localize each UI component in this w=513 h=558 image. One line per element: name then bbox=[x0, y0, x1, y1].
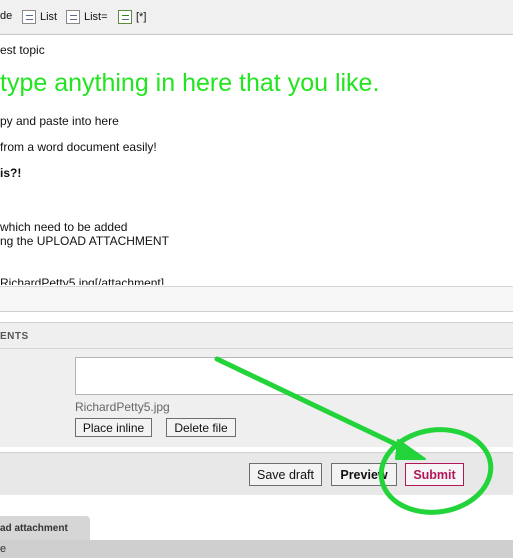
ordered-list-label: List= bbox=[84, 11, 108, 23]
list-label: List bbox=[40, 11, 58, 23]
code-label: de bbox=[0, 10, 13, 22]
submit-button[interactable]: Submit bbox=[405, 463, 464, 486]
message-editor[interactable]: est topic type anything in here that you… bbox=[0, 35, 513, 285]
place-inline-button[interactable]: Place inline bbox=[75, 418, 152, 437]
list-item-icon bbox=[118, 10, 132, 24]
list-button[interactable]: List bbox=[22, 10, 57, 24]
code-button[interactable]: de bbox=[0, 10, 12, 22]
editor-line-1: est topic bbox=[0, 43, 45, 57]
delete-file-button[interactable]: Delete file bbox=[166, 418, 236, 437]
list-item-button[interactable]: [*] bbox=[118, 10, 146, 24]
editor-toolbar: de List List= [*] bbox=[0, 0, 513, 35]
attachments-header: ENTS bbox=[0, 331, 29, 342]
save-draft-button[interactable]: Save draft bbox=[249, 463, 322, 486]
ordered-list-icon bbox=[66, 10, 80, 24]
bottom-tab-label[interactable]: e bbox=[0, 543, 6, 555]
bottom-tab-strip: e bbox=[0, 540, 513, 558]
preview-button[interactable]: Preview bbox=[331, 463, 397, 486]
tab-upload-attachment[interactable]: ad attachment bbox=[0, 516, 90, 540]
list-item-label: [*] bbox=[136, 11, 147, 23]
editor-resize-bar[interactable] bbox=[0, 286, 513, 312]
editor-line-2: type anything in here that you like. bbox=[0, 69, 380, 97]
editor-line-3: py and paste into here bbox=[0, 114, 119, 128]
attachments-divider bbox=[0, 348, 513, 349]
attachments-panel: ENTS RichardPetty5.jpg Place inline Dele… bbox=[0, 322, 513, 447]
editor-line-4: from a word document easily! bbox=[0, 140, 157, 154]
list-icon bbox=[22, 10, 36, 24]
ordered-list-button[interactable]: List= bbox=[66, 10, 108, 24]
submit-action-bar: Save draft Preview Submit bbox=[0, 452, 513, 495]
editor-line-6: which need to be added bbox=[0, 220, 128, 234]
editor-line-5: is?! bbox=[0, 166, 22, 180]
editor-line-7: ng the UPLOAD ATTACHMENT bbox=[0, 234, 169, 248]
editor-line-8: RichardPetty5.jpg[/attachment] bbox=[0, 276, 165, 285]
attachment-comment-input[interactable] bbox=[75, 357, 513, 395]
attachment-filename: RichardPetty5.jpg bbox=[75, 400, 170, 414]
